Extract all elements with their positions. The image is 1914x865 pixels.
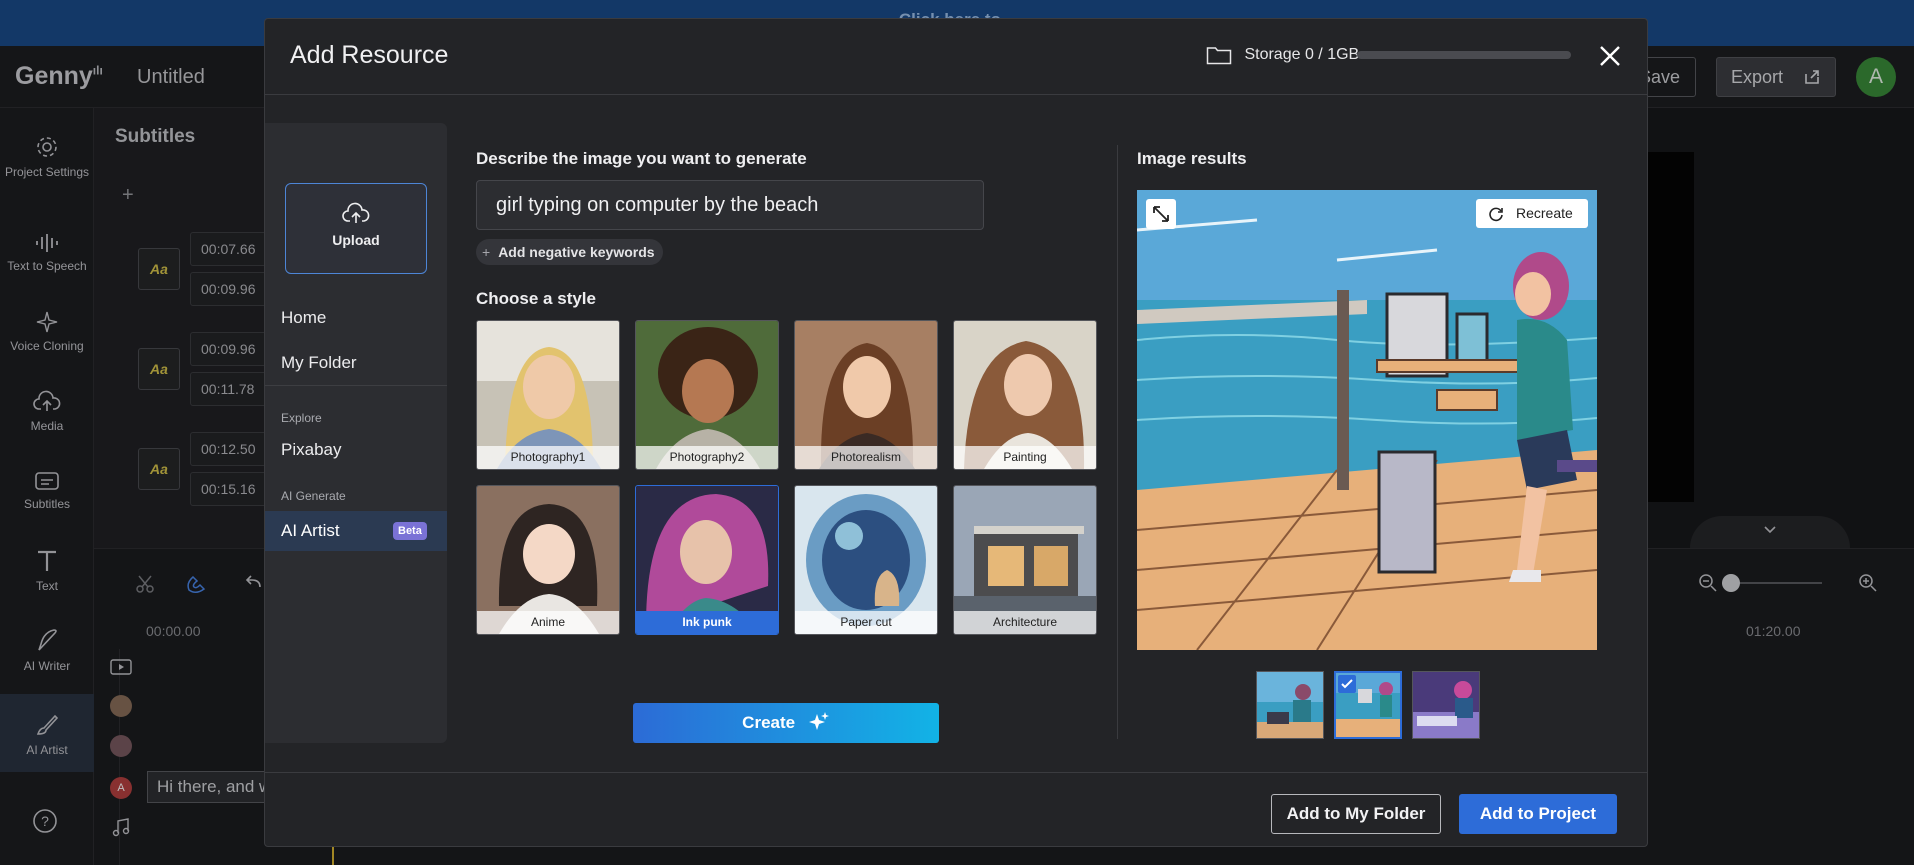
style-caption: Ink punk (636, 611, 778, 634)
result-thumbnail-image (1257, 672, 1323, 738)
modal-header: Add Resource Storage 0 / 1GB (265, 19, 1647, 95)
sidebar-section-ai-generate: AI Generate (281, 489, 346, 503)
recreate-label: Recreate (1516, 205, 1573, 221)
style-card-architecture[interactable]: Architecture (953, 485, 1097, 635)
sidebar-divider (265, 385, 447, 386)
sidebar-section-explore: Explore (281, 411, 322, 425)
column-divider (1117, 145, 1118, 739)
result-thumbnail[interactable] (1256, 671, 1324, 739)
recreate-button[interactable]: Recreate (1476, 199, 1588, 228)
storage-progress-bar (1357, 51, 1571, 59)
prompt-input[interactable] (476, 180, 984, 230)
upload-button[interactable]: Upload (285, 183, 427, 274)
style-caption: Photography2 (636, 446, 778, 469)
style-caption: Painting (954, 446, 1096, 469)
style-card-paper-cut[interactable]: Paper cut (794, 485, 938, 635)
sidebar-item-home[interactable]: Home (281, 308, 326, 328)
add-to-project-button[interactable]: Add to Project (1459, 794, 1617, 834)
style-card-anime[interactable]: Anime (476, 485, 620, 635)
upload-label: Upload (332, 232, 380, 248)
add-resource-modal: Add Resource Storage 0 / 1GB Upload Home… (264, 18, 1648, 847)
storage-value: 0 / 1GB (1304, 46, 1360, 64)
style-card-photorealism[interactable]: Photorealism (794, 320, 938, 470)
style-card-photography2[interactable]: Photography2 (635, 320, 779, 470)
result-thumbnail[interactable] (1412, 671, 1480, 739)
create-label: Create (742, 713, 796, 732)
sidebar-item-pixabay[interactable]: Pixabay (281, 440, 341, 460)
style-card-painting[interactable]: Painting (953, 320, 1097, 470)
folder-icon (1206, 47, 1232, 65)
style-caption: Architecture (954, 611, 1096, 634)
add-to-my-folder-button[interactable]: Add to My Folder (1271, 794, 1441, 834)
choose-style-label: Choose a style (476, 289, 596, 308)
image-results-label: Image results (1137, 149, 1247, 168)
storage-label: Storage (1244, 46, 1301, 64)
generated-image[interactable] (1137, 190, 1597, 650)
style-caption: Photorealism (795, 446, 937, 469)
style-caption: Paper cut (795, 611, 937, 634)
cloud-upload-icon (342, 202, 370, 223)
modal-title: Add Resource (290, 41, 449, 69)
style-card-ink-punk[interactable]: Ink punk (635, 485, 779, 635)
resource-sidebar: Upload Home My Folder Explore Pixabay AI… (265, 123, 447, 743)
result-thumbnail-selected[interactable] (1334, 671, 1402, 739)
sparkle-icon (808, 711, 829, 730)
storage-indicator: Storage 0 / 1GB (1206, 45, 1359, 65)
sidebar-item-label: AI Artist (281, 521, 340, 540)
footer-divider (265, 772, 1647, 773)
style-caption: Photography1 (477, 446, 619, 469)
refresh-icon (1489, 207, 1503, 222)
create-button[interactable]: Create (633, 703, 939, 743)
negative-keywords-label: Add negative keywords (498, 244, 655, 260)
close-icon[interactable] (1595, 41, 1625, 71)
result-thumbnail-image (1413, 672, 1479, 738)
expand-icon[interactable] (1146, 199, 1176, 229)
plus-icon: + (482, 244, 491, 260)
check-icon (1338, 675, 1356, 693)
add-negative-keywords-button[interactable]: + Add negative keywords (476, 239, 663, 265)
style-caption: Anime (477, 611, 619, 634)
describe-label: Describe the image you want to generate (476, 149, 807, 168)
sidebar-item-ai-artist[interactable]: AI Artist Beta (265, 511, 447, 551)
beta-badge: Beta (393, 522, 427, 540)
style-card-photography1[interactable]: Photography1 (476, 320, 620, 470)
sidebar-item-my-folder[interactable]: My Folder (281, 353, 357, 373)
